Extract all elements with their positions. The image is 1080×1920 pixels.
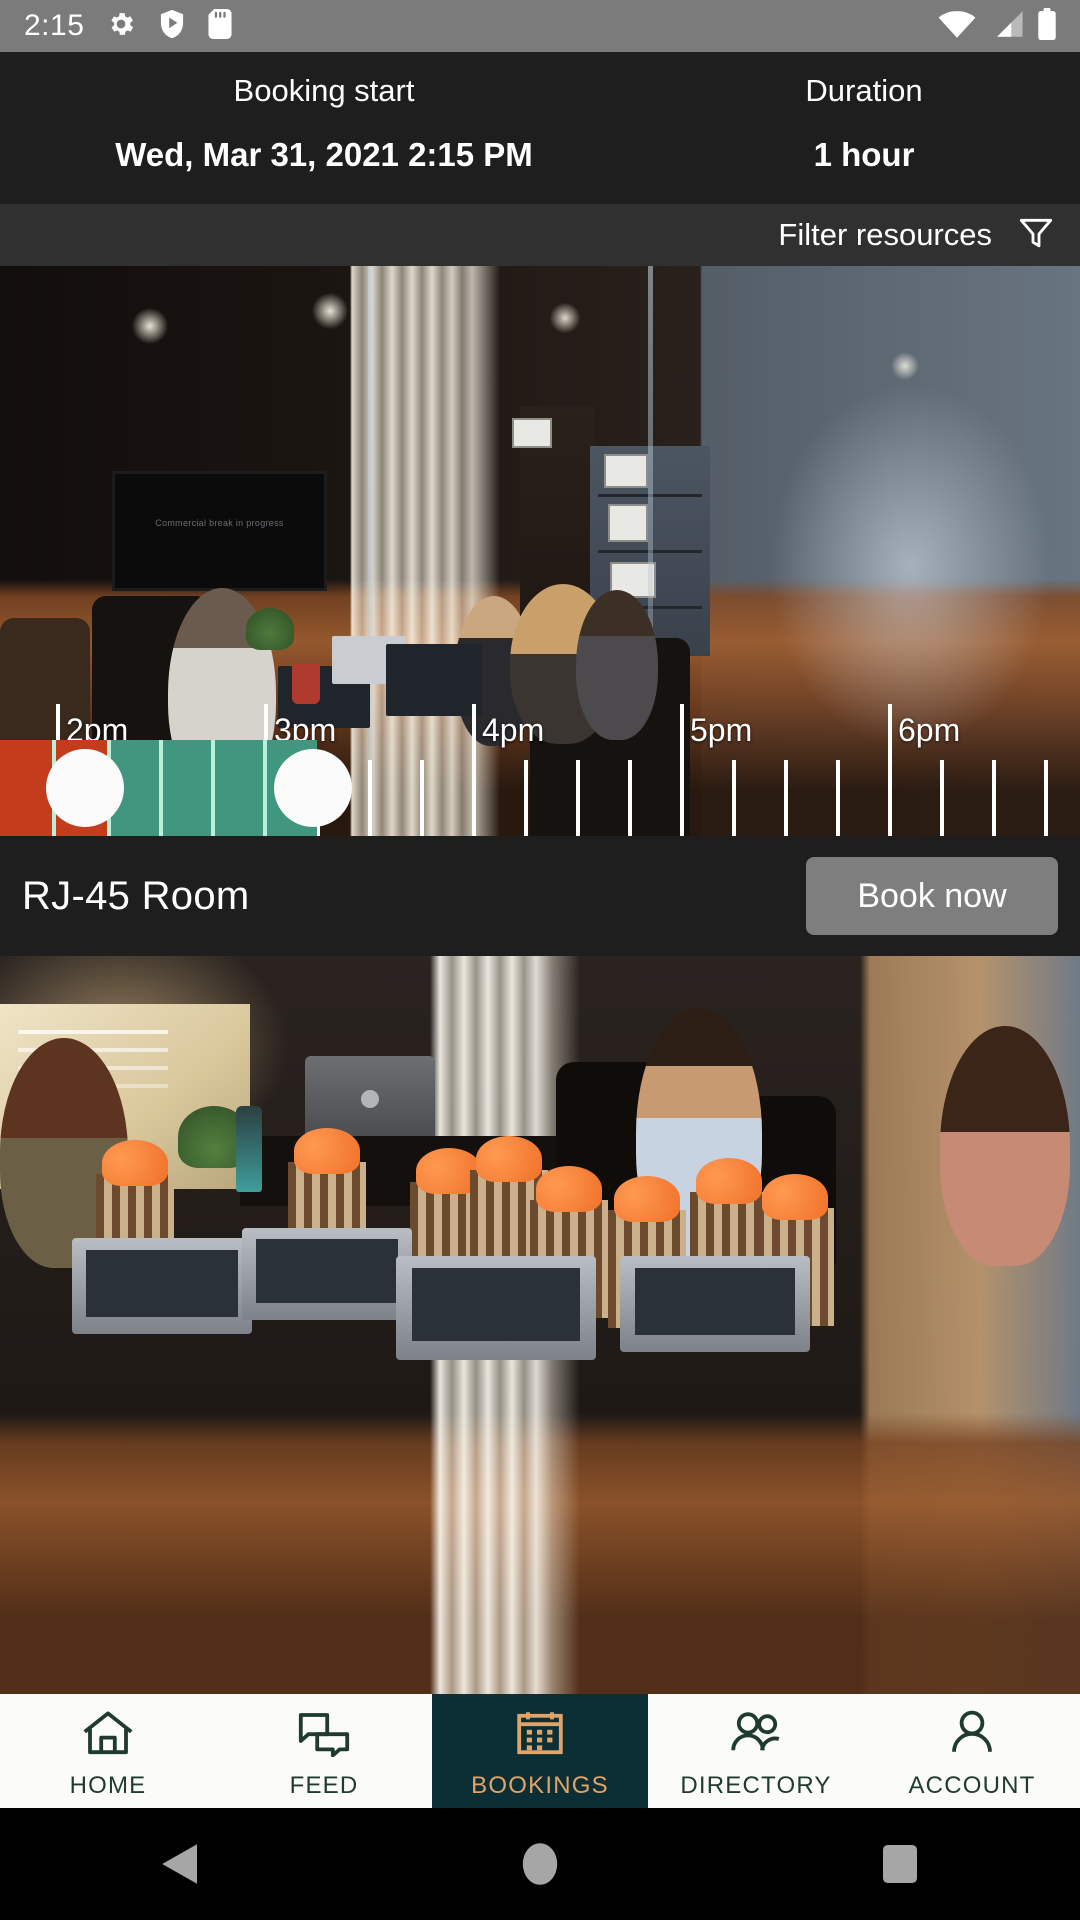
wall-tv: Commercial break in progress <box>112 471 327 591</box>
tab-home-label: HOME <box>69 1771 147 1799</box>
android-status-bar: 2:15 <box>0 0 1080 52</box>
filter-bar[interactable]: Filter resources <box>0 204 1080 266</box>
tab-home[interactable]: HOME <box>0 1694 216 1808</box>
person-icon <box>946 1709 998 1762</box>
tab-bookings-label: BOOKINGS <box>471 1771 609 1799</box>
laptop <box>242 1228 412 1320</box>
back-triangle-icon[interactable] <box>90 1843 270 1885</box>
cell-signal-icon <box>990 9 1024 44</box>
tab-feed-label: FEED <box>289 1771 359 1799</box>
booking-start-value[interactable]: Wed, Mar 31, 2021 2:15 PM <box>115 135 533 175</box>
tab-feed[interactable]: FEED <box>216 1694 432 1808</box>
availability-timeline[interactable]: 2pm 3pm 4pm 5pm 6pm <box>0 704 1080 836</box>
slot-separator <box>159 740 163 836</box>
people-icon <box>728 1709 784 1762</box>
sd-card-icon <box>208 8 232 44</box>
laptop <box>620 1256 810 1352</box>
timeline-slot-selected[interactable] <box>163 740 215 836</box>
water-bottle <box>236 1106 262 1192</box>
tab-account-label: ACCOUNT <box>908 1771 1036 1799</box>
slot-separator <box>263 740 267 836</box>
bottom-tab-bar: HOME FEED BOOKINGS DIRECTORY ACCOUNT <box>0 1694 1080 1808</box>
filter-resources-label: Filter resources <box>778 217 992 252</box>
person <box>940 1026 1070 1266</box>
tv-caption: Commercial break in progress <box>155 518 284 528</box>
laptop <box>72 1238 252 1334</box>
tab-account[interactable]: ACCOUNT <box>864 1694 1080 1808</box>
recents-square-icon[interactable] <box>810 1843 990 1885</box>
resource-card-footer: RJ-45 Room Book now <box>0 836 1080 956</box>
resource-card[interactable]: Commercial break in progress 2pm 3pm 4pm… <box>0 266 1080 956</box>
wifi-icon <box>938 9 976 44</box>
booking-duration-label: Duration <box>805 73 923 108</box>
funnel-filter-icon[interactable] <box>1016 213 1056 258</box>
timeline-slots[interactable] <box>0 740 1080 836</box>
booking-start-label: Booking start <box>233 73 415 108</box>
status-bar-right <box>938 7 1056 45</box>
battery-icon <box>1038 7 1056 45</box>
home-icon <box>80 1709 136 1762</box>
laptop <box>396 1256 596 1360</box>
app-root: 2:15 Booking start Wed, Mar 31, 2021 2:1… <box>0 0 1080 1920</box>
play-protect-shield-icon <box>158 9 186 44</box>
conference-room-photo-2 <box>0 956 1080 1694</box>
home-circle-icon[interactable] <box>450 1842 630 1886</box>
resource-card-next[interactable] <box>0 956 1080 1694</box>
resource-photo[interactable]: Commercial break in progress 2pm 3pm 4pm… <box>0 266 1080 836</box>
timeline-end-handle[interactable] <box>274 749 352 827</box>
status-bar-clock: 2:15 <box>24 9 85 42</box>
calendar-icon <box>514 1709 566 1762</box>
tab-directory-label: DIRECTORY <box>680 1771 832 1799</box>
tab-bookings[interactable]: BOOKINGS <box>432 1694 648 1808</box>
chat-bubbles-icon <box>296 1709 352 1762</box>
resource-name: RJ-45 Room <box>22 873 250 918</box>
android-nav-bar <box>0 1808 1080 1920</box>
book-now-button[interactable]: Book now <box>806 857 1058 935</box>
booking-duration-block[interactable]: Duration 1 hour <box>648 72 1080 175</box>
booking-header: Booking start Wed, Mar 31, 2021 2:15 PM … <box>0 52 1080 204</box>
laptop-on-stand <box>305 1056 435 1138</box>
gear-icon <box>106 9 136 44</box>
status-bar-left: 2:15 <box>24 8 232 44</box>
timeline-start-handle[interactable] <box>46 749 124 827</box>
timeline-slot-selected[interactable] <box>215 740 267 836</box>
tab-directory[interactable]: DIRECTORY <box>648 1694 864 1808</box>
slot-separator <box>211 740 215 836</box>
booking-duration-value[interactable]: 1 hour <box>814 135 915 175</box>
booking-start-block[interactable]: Booking start Wed, Mar 31, 2021 2:15 PM <box>0 72 648 175</box>
